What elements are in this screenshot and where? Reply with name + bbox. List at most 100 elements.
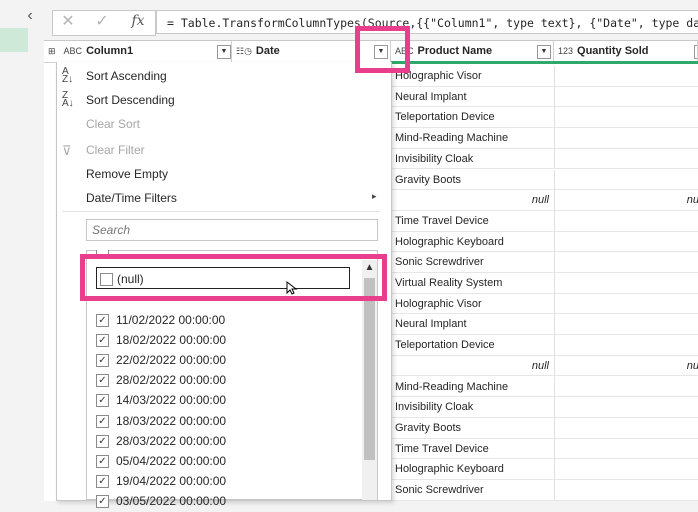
product-name-cell[interactable]: Virtual Reality System [395, 277, 502, 289]
table-row[interactable]: Mind-Reading Machine [391, 128, 698, 149]
checkbox-checked-icon[interactable]: ✓ [96, 394, 109, 408]
table-row[interactable]: Sonic Screwdriver [391, 252, 698, 273]
quantity-sold-cell[interactable] [554, 231, 698, 252]
table-row[interactable]: Sonic Screwdriver [391, 480, 698, 501]
product-name-cell[interactable]: Sonic Screwdriver [395, 256, 484, 268]
text-type-icon[interactable]: ABC [64, 41, 83, 62]
menu-item-sort-descending[interactable]: Sort Descending [86, 93, 175, 107]
table-row[interactable]: Holographic Keyboard [391, 459, 698, 480]
table-row[interactable]: null nu [391, 355, 698, 377]
table-row[interactable]: Invisibility Cloak [391, 397, 698, 418]
table-row[interactable]: Teleportation Device [391, 335, 698, 356]
checkbox-checked-icon[interactable]: ✓ [96, 474, 109, 488]
table-row[interactable]: Invisibility Cloak [391, 148, 698, 170]
checkbox-checked-icon[interactable]: ✓ [96, 374, 109, 388]
quantity-sold-cell[interactable] [554, 335, 698, 355]
sort-descending-icon[interactable]: Z A↓ [62, 91, 78, 109]
checkbox-checked-icon[interactable]: ✓ [96, 494, 109, 508]
product-name-cell[interactable]: Gravity Boots [395, 422, 461, 434]
product-name-cell[interactable]: Invisibility Cloak [395, 153, 473, 165]
quantity-sold-cell[interactable] [554, 128, 698, 148]
datetime-type-icon[interactable]: ☷◷ [236, 41, 252, 62]
table-row[interactable]: Holographic Keyboard [391, 231, 698, 253]
product-name-cell[interactable]: Mind-Reading Machine [395, 381, 508, 393]
table-row[interactable]: Time Travel Device [391, 438, 698, 460]
search-input[interactable]: Search [86, 219, 378, 241]
product-name-cell[interactable]: null [391, 194, 549, 206]
product-name-cell[interactable]: Holographic Keyboard [395, 236, 504, 248]
checkbox-checked-icon[interactable]: ✓ [96, 434, 109, 448]
column-header-label: Date [255, 45, 280, 57]
menu-item-clear-sort: Clear Sort [86, 117, 141, 131]
product-name-cell[interactable]: Neural Implant [395, 91, 467, 103]
quantity-sold-cell[interactable] [554, 459, 698, 479]
selected-query-indicator[interactable] [0, 28, 28, 52]
checkbox-checked-icon[interactable]: ✓ [96, 334, 109, 348]
quantity-sold-cell[interactable] [554, 86, 698, 107]
table-row[interactable]: Holographic Visor [391, 293, 698, 315]
product-name-cell[interactable]: Gravity Boots [395, 174, 461, 186]
quantity-sold-cell[interactable] [554, 252, 698, 272]
formula-input[interactable]: = Table.TransformColumnTypes(Source,{{"C… [156, 10, 698, 34]
product-name-cell[interactable]: Mind-Reading Machine [395, 132, 508, 144]
quantity-sold-cell[interactable] [554, 66, 698, 86]
quantity-sold-cell[interactable] [554, 107, 698, 128]
table-row[interactable]: Mind-Reading Machine [391, 376, 698, 398]
product-name-cell[interactable]: Time Travel Device [395, 215, 489, 227]
filter-dropdown-icon[interactable]: ▼ [217, 45, 231, 59]
checkbox-checked-icon[interactable]: ✓ [96, 454, 109, 468]
quantity-sold-cell[interactable] [554, 210, 698, 231]
quantity-sold-cell[interactable] [554, 397, 698, 417]
chevron-left-icon[interactable]: ‹ [20, 6, 40, 26]
product-name-cell[interactable]: Time Travel Device [395, 443, 489, 455]
table-row[interactable]: null nu [391, 190, 698, 211]
column-header-quantity-sold[interactable]: 123 Quantity Sold ▼ [554, 41, 698, 63]
quantity-sold-cell[interactable] [554, 314, 698, 335]
checkbox-checked-icon[interactable]: ✓ [96, 354, 109, 368]
table-row[interactable]: Neural Implant [391, 314, 698, 336]
checkmark-icon[interactable]: ✓ [92, 12, 112, 32]
column-header-product-name[interactable]: ABC Product Name ▼ [391, 41, 554, 63]
close-icon[interactable]: ✕ [58, 12, 78, 32]
table-row[interactable]: Virtual Reality System [391, 273, 698, 294]
filter-item-label: 22/02/2022 00:00:00 [116, 353, 227, 368]
menu-item-datetime-filters[interactable]: Date/Time Filters [86, 191, 177, 205]
quantity-sold-cell[interactable] [554, 148, 698, 169]
quantity-sold-cell[interactable] [554, 376, 698, 397]
scrollbar-thumb[interactable] [364, 278, 375, 460]
quantity-sold-cell[interactable] [554, 480, 698, 500]
quantity-sold-cell[interactable] [554, 438, 698, 459]
product-name-cell[interactable]: null [391, 360, 549, 372]
table-icon[interactable]: ⊞ [48, 41, 56, 62]
product-name-cell[interactable]: Teleportation Device [395, 339, 495, 351]
checkbox-checked-icon[interactable]: ✓ [96, 414, 109, 428]
number-type-icon[interactable]: 123 [558, 41, 573, 62]
table-row[interactable]: Neural Implant [391, 86, 698, 108]
table-row[interactable]: Holographic Visor [391, 66, 698, 87]
product-name-cell[interactable]: Teleportation Device [395, 111, 495, 123]
column-header-column1[interactable]: ⊞ ABC Column1 ▼ [44, 41, 232, 63]
table-row[interactable]: Gravity Boots [391, 169, 698, 191]
menu-item-remove-empty[interactable]: Remove Empty [86, 167, 168, 181]
mouse-cursor-icon [286, 281, 298, 295]
quantity-sold-cell[interactable] [554, 417, 698, 438]
quantity-sold-cell[interactable] [554, 273, 698, 293]
sort-ascending-icon[interactable]: A Z↓ [62, 67, 78, 85]
checkbox-checked-icon[interactable]: ✓ [96, 314, 109, 327]
table-row[interactable]: Teleportation Device [391, 107, 698, 129]
quantity-sold-cell[interactable]: nu [554, 190, 698, 210]
product-name-cell[interactable]: Holographic Visor [395, 298, 482, 310]
product-name-cell[interactable]: Neural Implant [395, 318, 467, 330]
fx-icon[interactable]: fx [126, 11, 150, 31]
quantity-sold-cell[interactable]: nu [554, 355, 698, 376]
product-name-cell[interactable]: Invisibility Cloak [395, 401, 473, 413]
filter-dropdown-icon[interactable]: ▼ [537, 45, 551, 59]
product-name-cell[interactable]: Holographic Keyboard [395, 463, 504, 475]
quantity-sold-cell[interactable] [554, 169, 698, 190]
table-row[interactable]: Gravity Boots [391, 417, 698, 439]
product-name-cell[interactable]: Sonic Screwdriver [395, 484, 484, 496]
table-row[interactable]: Time Travel Device [391, 210, 698, 232]
menu-item-sort-ascending[interactable]: Sort Ascending [86, 69, 167, 83]
quantity-sold-cell[interactable] [554, 293, 698, 314]
filter-dropdown-icon[interactable]: ▼ [694, 45, 697, 59]
